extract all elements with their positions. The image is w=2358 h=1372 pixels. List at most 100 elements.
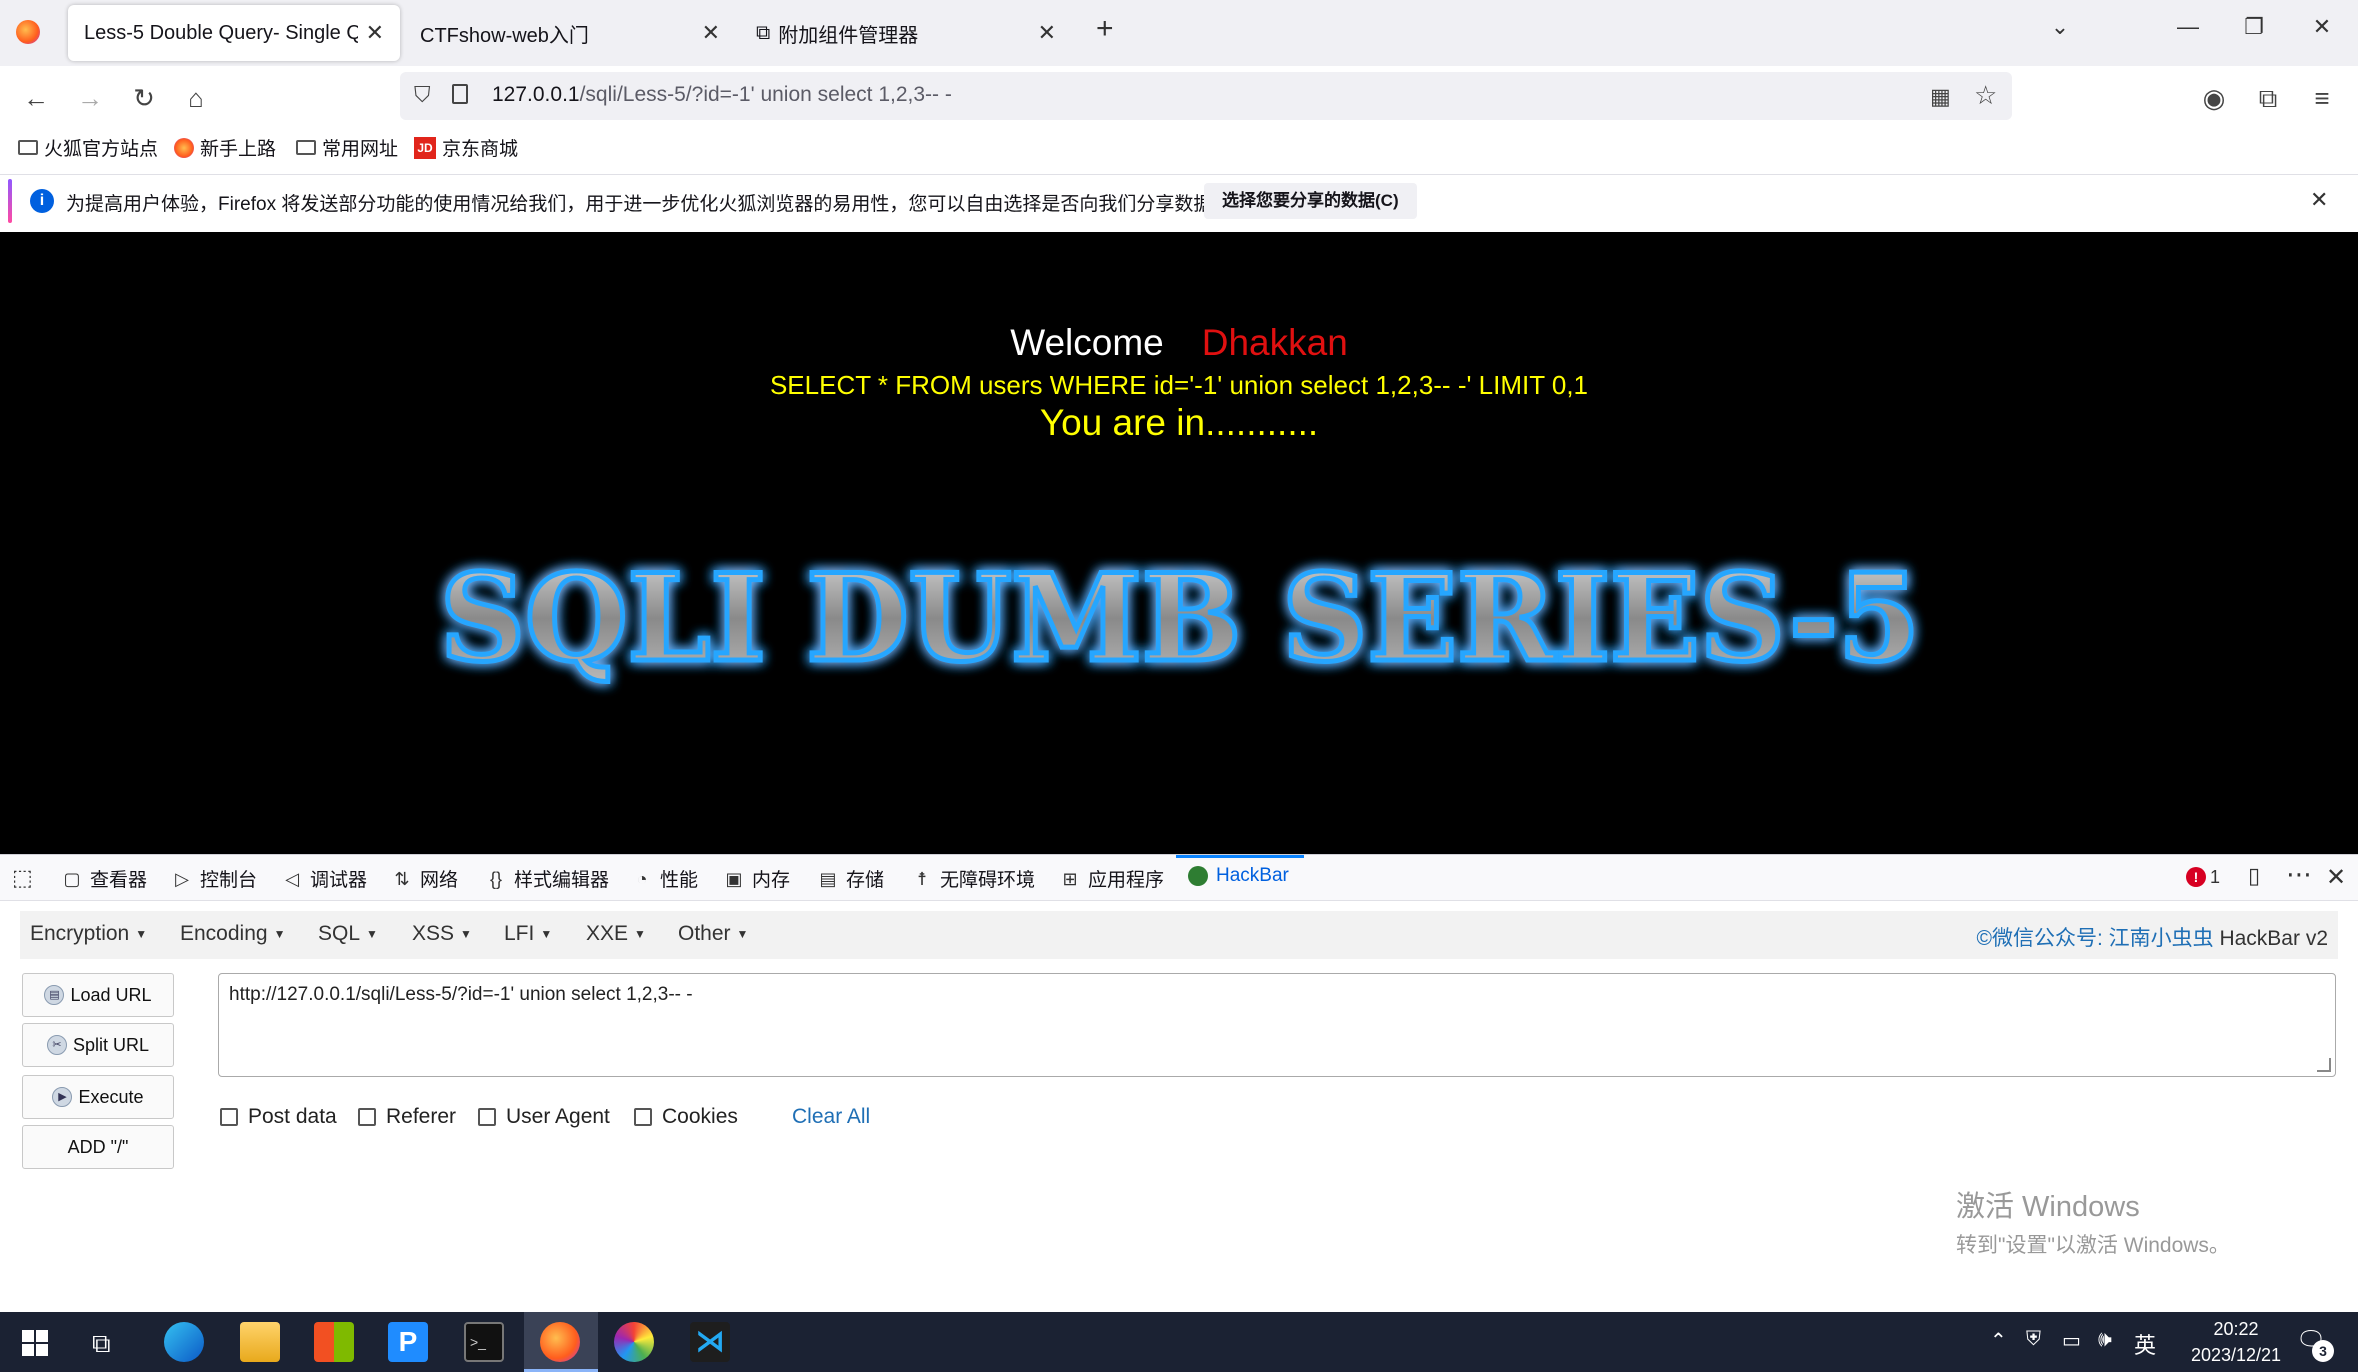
error-count[interactable]: 1 [2210,867,2220,888]
list-all-tabs-icon[interactable]: ⌄ [2040,14,2080,40]
firefox-view-icon[interactable] [16,20,40,44]
close-tab-icon[interactable]: ✕ [702,20,720,46]
security-tray-icon[interactable]: ⛨ [2026,1328,2041,1351]
element-picker-icon[interactable]: ⬚ [12,865,33,891]
firefox-icon [174,137,194,158]
taskbar-clock[interactable]: 20:22 2023/12/21 [2170,1316,2302,1368]
firefox-taskbar-icon[interactable] [540,1322,580,1362]
close-devtools-icon[interactable]: ✕ [2326,863,2346,892]
checkbox-box[interactable] [634,1108,652,1126]
tab-style-editor[interactable]: {} 样式编辑器 [486,865,609,892]
menu-sql[interactable]: SQL ▼ [318,922,378,946]
close-tab-icon[interactable]: ✕ [1038,20,1056,46]
tab-label: 存储 [846,870,885,891]
bookmark-common-sites[interactable]: 常用网址 [296,134,398,161]
load-url-button[interactable]: ▤ Load URL [22,973,174,1017]
url-input-value: http://127.0.0.1/sqli/Less-5/?id=-1' uni… [229,984,693,1005]
qr-code-icon[interactable]: ▦ [1930,84,1951,110]
menu-label: LFI [504,922,535,945]
task-view-icon[interactable]: ⧉ [92,1328,111,1360]
reload-icon[interactable]: ↻ [126,80,162,116]
tab-memory[interactable]: ▣ 内存 [724,865,790,892]
file-explorer-icon[interactable] [240,1322,280,1362]
user-agent-checkbox[interactable]: User Agent [478,1105,610,1129]
choose-data-button[interactable]: 选择您要分享的数据(C) [1204,183,1417,219]
cookies-checkbox[interactable]: Cookies [634,1105,738,1129]
bookmark-getting-started[interactable]: 新手上路 [174,134,276,161]
colorful-app-icon[interactable] [614,1322,654,1362]
add-slash-button[interactable]: ADD "/" [22,1125,174,1169]
extensions-icon[interactable]: ⧉ [2250,80,2286,116]
start-icon[interactable] [22,1330,48,1356]
error-icon[interactable]: ! [2186,867,2206,887]
page-icon[interactable] [452,84,468,104]
resize-handle-icon[interactable] [2317,1058,2331,1072]
credit-link[interactable]: ©微信公众号: 江南小虫虫 [1976,927,2213,950]
tab-application[interactable]: ⊞ 应用程序 [1060,865,1164,892]
close-window-button[interactable]: ✕ [2302,14,2342,40]
menu-xss[interactable]: XSS ▼ [412,922,472,946]
bookmark-jd[interactable]: JD 京东商城 [414,134,518,161]
vscode-icon[interactable]: ⋊ [690,1322,730,1362]
restore-button[interactable]: ❐ [2234,14,2274,40]
post-data-checkbox[interactable]: Post data [220,1105,337,1129]
hackbar-url-input[interactable]: http://127.0.0.1/sqli/Less-5/?id=-1' uni… [218,973,2336,1077]
menu-icon[interactable]: ≡ [2304,80,2340,116]
menu-lfi[interactable]: LFI ▼ [504,922,552,946]
edge-icon[interactable] [164,1322,204,1362]
volume-tray-icon[interactable]: 🕪 [2098,1326,2112,1352]
minimize-button[interactable]: — [2168,14,2208,40]
menu-encoding[interactable]: Encoding ▼ [180,922,285,946]
menu-label: Encryption [30,922,130,945]
referer-checkbox[interactable]: Referer [358,1105,456,1129]
inspector-icon: ▢ [63,868,81,889]
caret-down-icon: ▼ [366,927,378,942]
bookmark-star-icon[interactable]: ☆ [1974,80,1997,111]
clear-all-link[interactable]: Clear All [792,1105,870,1129]
bookmark-firefox-official[interactable]: 火狐官方站点 [18,134,158,161]
menu-encryption[interactable]: Encryption ▼ [30,922,147,946]
hackbar-menu: Encryption ▼ Encoding ▼ SQL ▼ XSS ▼ LFI ▼ XXE… [20,911,2338,959]
tab-accessibility[interactable]: ☨ 无障碍环境 [912,865,1035,892]
tab-ctfshow[interactable]: CTFshow-web入门 ✕ [404,5,736,61]
close-notification-icon[interactable]: ✕ [2310,187,2328,213]
new-tab-button[interactable]: + [1096,12,1114,46]
more-options-icon[interactable]: ⋯ [2286,859,2312,890]
close-tab-icon[interactable]: ✕ [366,20,384,46]
shield-icon[interactable]: ⛉ [414,82,431,108]
menu-xxe[interactable]: XXE ▼ [586,922,646,946]
url-host: 127.0.0.1 [492,83,580,106]
ime-indicator[interactable]: 英 [2134,1328,2156,1360]
execute-button[interactable]: ▶ Execute [22,1075,174,1119]
folder-icon [18,140,38,155]
checkbox-box[interactable] [220,1108,238,1126]
url-bar[interactable]: ⛉ 127.0.0.1/sqli/Less-5/?id=-1' union se… [400,72,2012,120]
network-tray-icon[interactable]: ▭ [2062,1328,2081,1353]
pycharm-icon[interactable]: P [388,1322,428,1362]
menu-other[interactable]: Other ▼ [678,922,748,946]
show-hidden-icons[interactable]: ⌃ [1990,1328,2007,1353]
tab-hackbar[interactable]: HackBar [1188,865,1289,887]
tab-label: 应用程序 [1088,870,1165,891]
store-icon[interactable] [314,1322,354,1362]
checkbox-box[interactable] [358,1108,376,1126]
dock-icon[interactable]: ▯ [2248,863,2260,889]
welcome-text: Welcome [1010,322,1164,363]
tab-performance[interactable]: ◔ 性能 [632,865,698,892]
tab-storage[interactable]: ▤ 存储 [818,865,884,892]
forward-icon[interactable]: → [72,80,108,116]
back-icon[interactable]: ← [18,80,54,116]
status-message: You are in........... [1039,402,1319,443]
split-url-button[interactable]: ✂ Split URL [22,1023,174,1067]
tab-debugger[interactable]: ◁ 调试器 [282,865,367,892]
home-icon[interactable]: ⌂ [178,80,214,116]
checkbox-box[interactable] [478,1108,496,1126]
tab-network[interactable]: ⇅ 网络 [392,865,458,892]
terminal-icon[interactable]: >_ [464,1322,504,1362]
url-text[interactable]: 127.0.0.1/sqli/Less-5/?id=-1' union sele… [492,83,952,107]
account-icon[interactable]: ◉ [2196,80,2232,116]
tab-less5[interactable]: Less-5 Double Query- Single Quotes- Stri… [68,5,400,61]
tab-console[interactable]: ▷ 控制台 [172,865,257,892]
tab-addons[interactable]: ⧉ 附加组件管理器 ✕ [740,5,1072,61]
tab-inspector[interactable]: ▢ 查看器 [62,865,147,892]
